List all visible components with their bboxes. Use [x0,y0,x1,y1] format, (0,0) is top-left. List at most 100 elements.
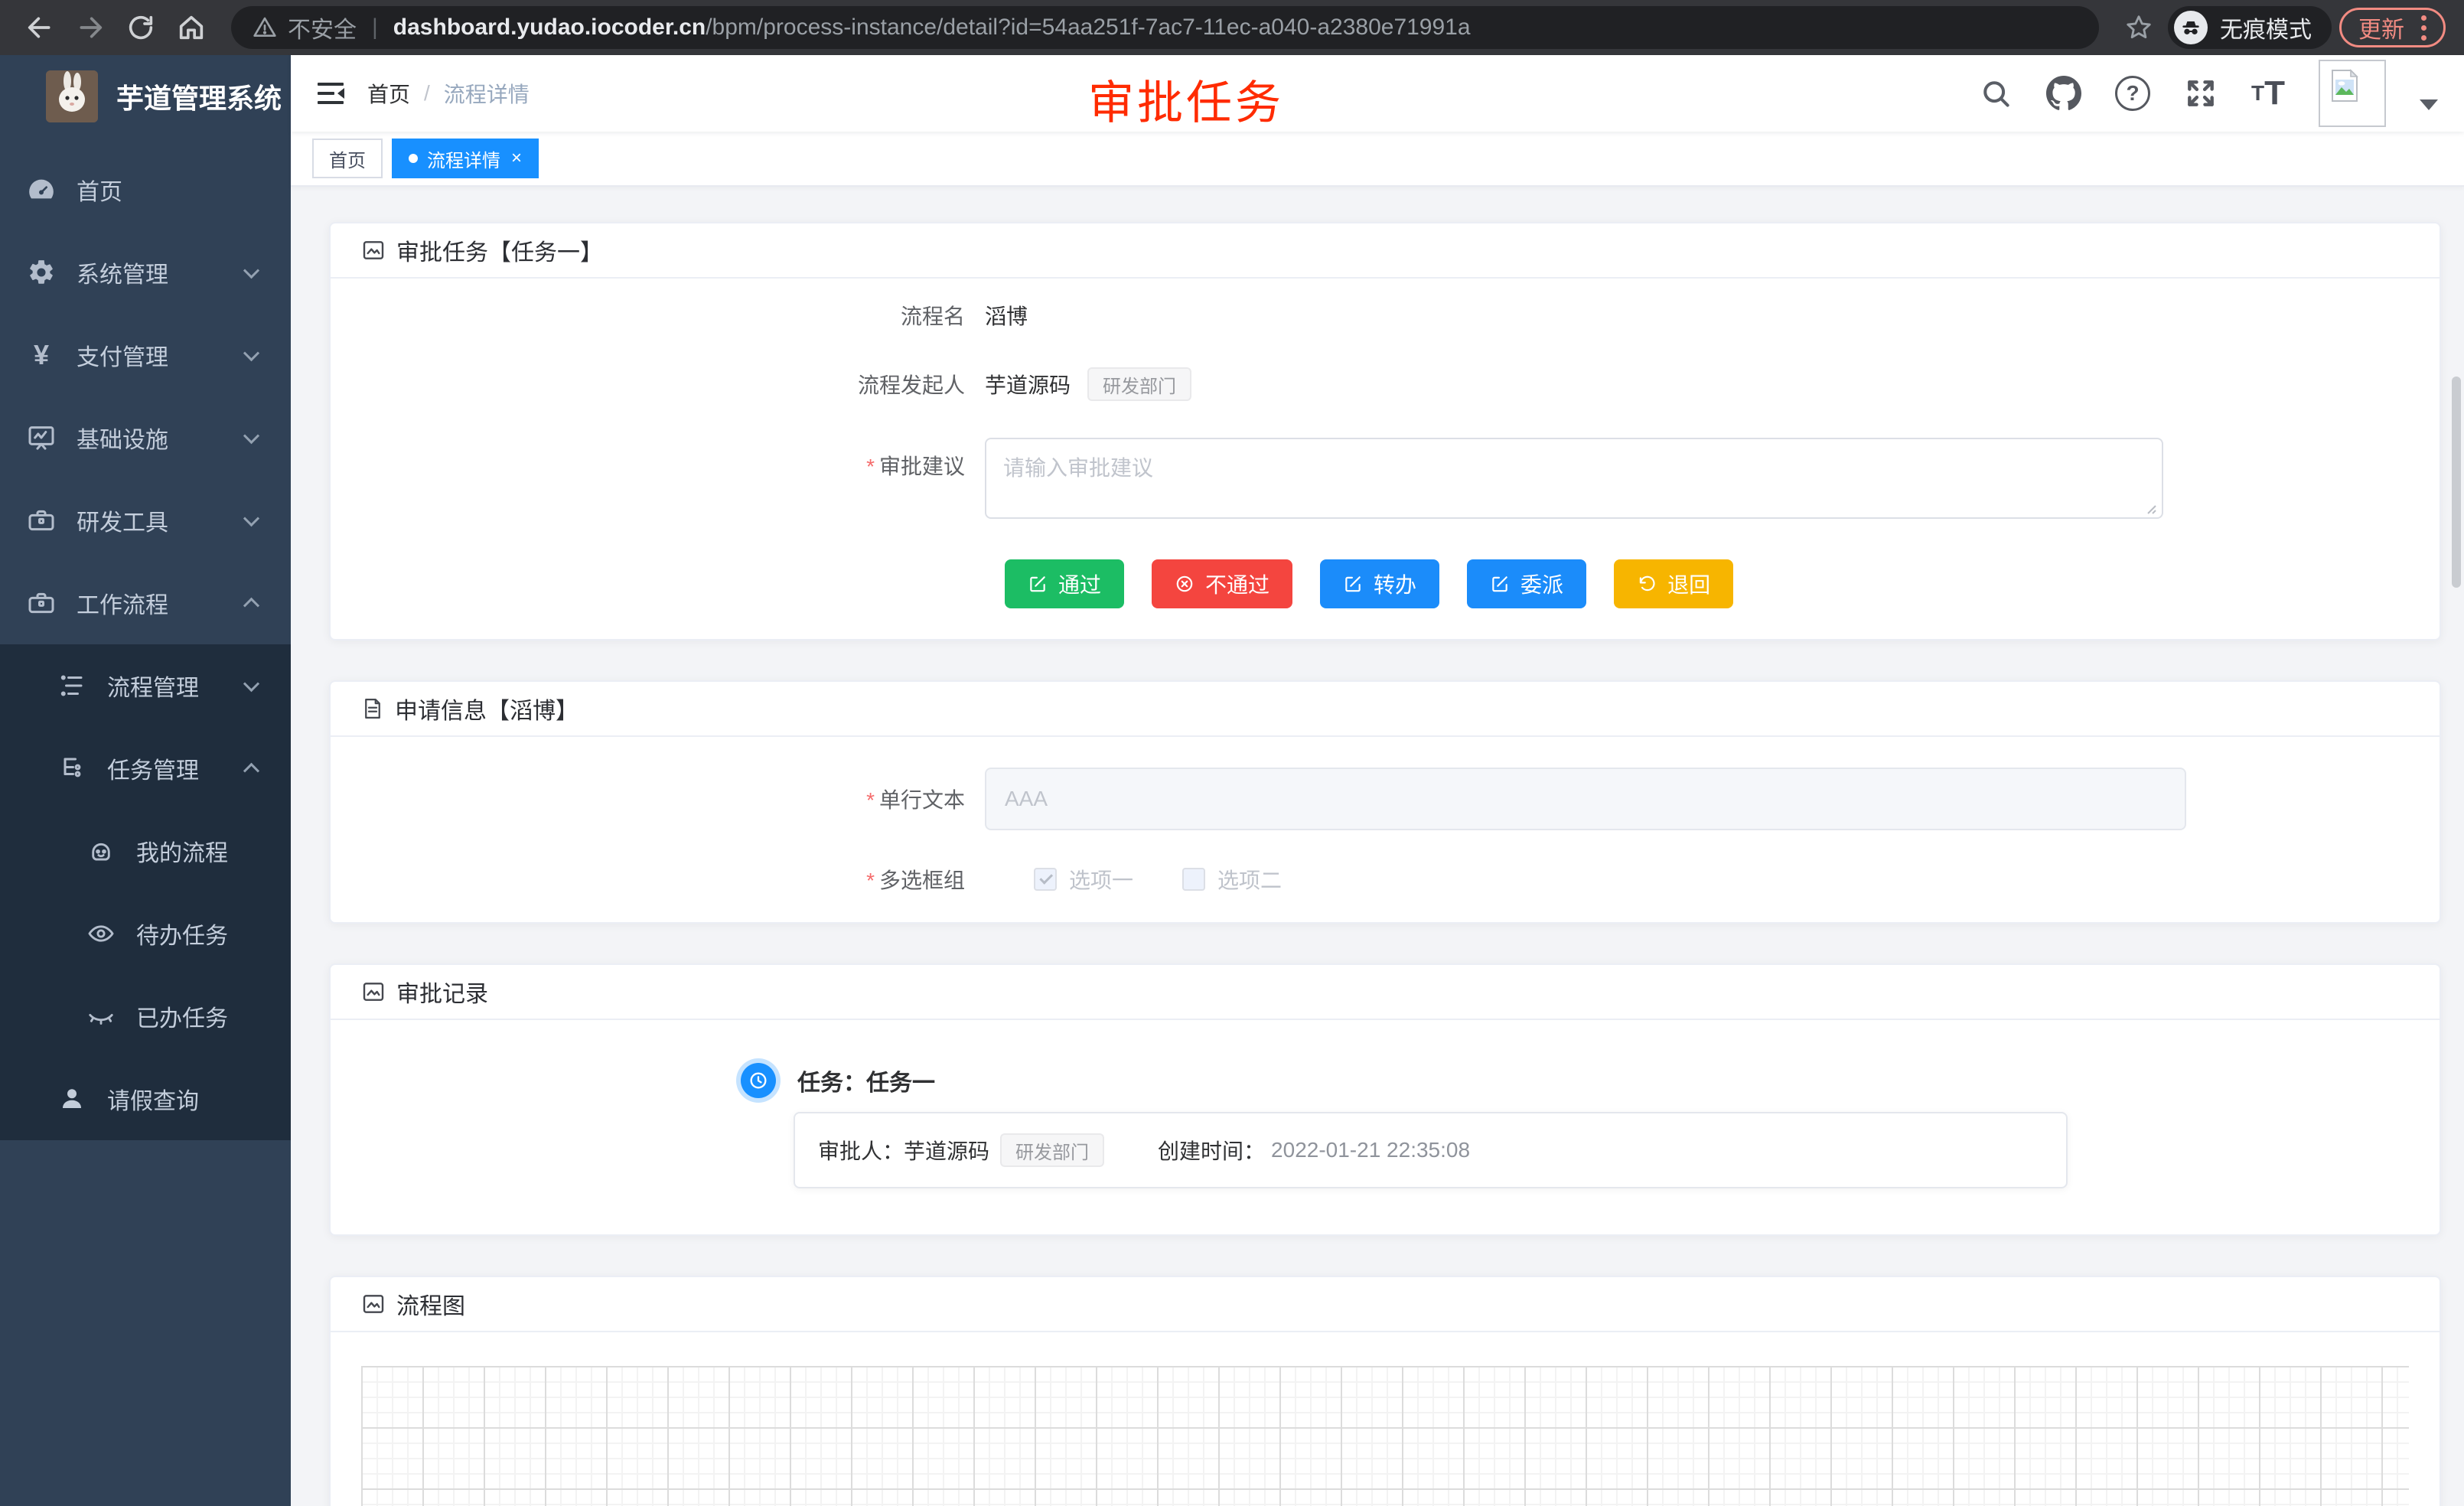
browser-update-button[interactable]: 更新 [2339,8,2446,47]
transfer-button[interactable]: 转办 [1320,559,1439,608]
card-body: 任务：任务一 审批人： 芋道源码 研发部门 创建时间： 2022-01-21 2… [331,1020,2440,1234]
incognito-icon [2174,11,2208,44]
sidebar-item-label: 流程管理 [107,669,199,702]
card-title: 审批任务【任务一】 [396,233,603,267]
opinion-textarea-wrap [985,438,2163,523]
sidebar-item-todo-tasks[interactable]: 待办任务 [0,892,291,975]
workflow-submenu: 流程管理 任务管理 我的流程 [0,644,291,1140]
card-body [331,1366,2440,1506]
approve-task-card: 审批任务【任务一】 流程名 滔博 流程发起人 芋道源码 研发部门 *审批建议 [329,222,2441,641]
approver-label: 审批人： [818,1135,904,1165]
record-detail-panel: 审批人： 芋道源码 研发部门 创建时间： 2022-01-21 22:35:08 [794,1112,2068,1188]
sidebar-item-leave-query[interactable]: 请假查询 [0,1058,291,1140]
sidebar-item-label: 请假查询 [107,1082,199,1116]
yen-icon: ¥ [24,341,58,369]
incognito-label: 无痕模式 [2220,11,2312,44]
dashboard-icon [24,174,58,205]
single-line-text-input[interactable] [985,768,2186,830]
card-title: 流程图 [396,1287,465,1321]
form-row-single-text: *单行文本 [331,768,2440,830]
sidebar-item-process-mgmt[interactable]: 流程管理 [0,644,291,727]
sidebar-item-label: 已办任务 [136,999,228,1033]
breadcrumb-separator: / [424,81,430,106]
checkbox-checked-icon [1034,868,1057,891]
avatar[interactable] [2319,60,2386,127]
security-label: 不安全 [288,11,357,44]
task-title: 任务：任务一 [797,1064,935,1097]
robot-icon [84,836,118,865]
picture-icon [361,980,386,1004]
sidebar-item-infra[interactable]: 基础设施 [0,396,291,479]
monitor-icon [24,422,58,453]
sidebar-item-task-mgmt[interactable]: 任务管理 [0,727,291,810]
field-label: *单行文本 [331,784,985,814]
sidebar-menu: 首页 系统管理 ¥ 支付管理 基础设施 [0,138,291,1140]
browser-back-icon[interactable] [18,6,61,49]
department-tag: 研发部门 [1087,367,1191,401]
checkbox-label: 选项一 [1069,864,1133,895]
sidebar-item-done-tasks[interactable]: 已办任务 [0,975,291,1058]
bookmark-star-icon[interactable] [2117,6,2160,49]
fullscreen-icon[interactable] [2184,77,2218,110]
reject-button[interactable]: 不通过 [1152,559,1292,608]
edit-icon [1028,574,1048,594]
briefcase-icon [24,588,58,618]
breadcrumb: 首页 / 流程详情 [367,78,530,109]
edit-icon [1490,574,1510,594]
chevron-up-icon [243,597,259,613]
card-header: 审批任务【任务一】 [331,223,2440,279]
search-icon[interactable] [1979,77,2013,110]
eye-open-icon [84,919,118,948]
form-row-process-name: 流程名 滔博 [331,300,2440,331]
delegate-button[interactable]: 委派 [1467,559,1586,608]
breadcrumb-home[interactable]: 首页 [367,78,410,109]
sidebar-item-label: 首页 [77,173,122,207]
page-content: 审批任务【任务一】 流程名 滔博 流程发起人 芋道源码 研发部门 *审批建议 [291,187,2464,1506]
sidebar-item-workflow[interactable]: 工作流程 [0,562,291,644]
github-icon[interactable] [2046,76,2081,111]
approve-button[interactable]: 通过 [1005,559,1124,608]
page-scrollbar-thumb[interactable] [2452,376,2461,588]
resize-grip-icon[interactable] [2143,501,2157,515]
bpmn-diagram-canvas[interactable] [361,1366,2409,1506]
sidebar: 芋道管理系统 首页 系统管理 ¥ 支付管理 [0,55,291,1506]
active-tab-dot [409,154,418,163]
app-logo-row[interactable]: 芋道管理系统 [0,55,291,138]
card-header: 申请信息【滔博】 [331,682,2440,737]
field-label: *多选框组 [331,864,985,895]
sidebar-item-system[interactable]: 系统管理 [0,231,291,314]
circle-x-icon [1175,574,1195,594]
checkbox-unchecked-icon [1182,868,1205,891]
approve-record-card: 审批记录 任务：任务一 审批人： 芋道源码 研发部门 创建时间： [329,963,2441,1236]
return-button[interactable]: 退回 [1614,559,1733,608]
browser-forward-icon[interactable] [69,6,112,49]
edit-icon [1343,574,1363,594]
sidebar-fold-icon[interactable] [314,77,347,110]
form-row-checkbox-group: *多选框组 选项一 选项二 [331,864,2440,895]
sidebar-item-home[interactable]: 首页 [0,148,291,231]
card-header: 审批记录 [331,965,2440,1020]
sidebar-item-label: 系统管理 [77,256,168,289]
approver-name: 芋道源码 [904,1135,989,1165]
avatar-dropdown-caret[interactable] [2420,99,2438,110]
sidebar-item-devtools[interactable]: 研发工具 [0,479,291,562]
sidebar-item-payment[interactable]: ¥ 支付管理 [0,314,291,396]
tab-close-icon[interactable]: × [511,148,522,169]
browser-reload-icon[interactable] [119,6,162,49]
address-bar[interactable]: 不安全 | dashboard.yudao.iocoder.cn/bpm/pro… [231,6,2099,49]
required-asterisk: * [866,869,875,892]
browser-home-icon[interactable] [170,6,213,49]
sidebar-item-my-process[interactable]: 我的流程 [0,810,291,892]
opinion-textarea[interactable] [985,438,2163,519]
required-asterisk: * [866,788,875,812]
browser-menu-icon[interactable] [2421,15,2427,41]
tab-home[interactable]: 首页 [312,139,383,178]
checkbox-option-1[interactable]: 选项一 [1034,864,1133,895]
sidebar-item-label: 待办任务 [136,917,228,950]
card-title: 审批记录 [396,975,488,1009]
initiator-value: 芋道源码 [985,369,1071,399]
tab-process-detail[interactable]: 流程详情 × [392,139,539,178]
font-size-icon[interactable]: TT [2251,77,2285,110]
help-icon[interactable]: ? [2115,76,2150,111]
checkbox-option-2[interactable]: 选项二 [1182,864,1282,895]
